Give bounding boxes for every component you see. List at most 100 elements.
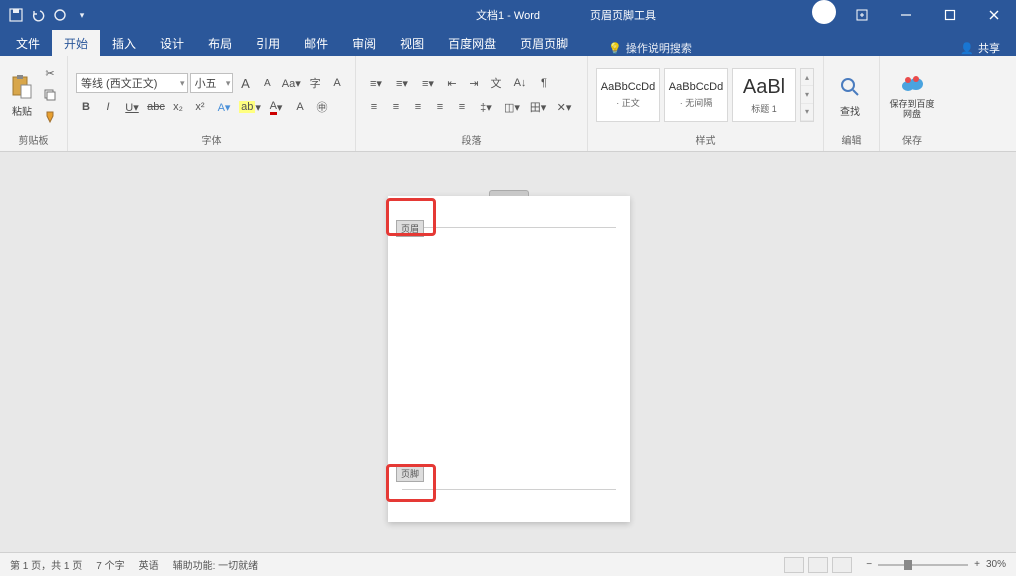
strikethrough-button[interactable]: abc: [146, 97, 166, 117]
style-heading1-name: 标题 1: [751, 102, 777, 115]
underline-button[interactable]: U▾: [120, 97, 144, 117]
maximize-button[interactable]: [928, 0, 972, 30]
tab-review[interactable]: 审阅: [340, 30, 388, 56]
view-buttons: [784, 557, 852, 573]
qat-dropdown-icon[interactable]: ▾: [74, 7, 90, 23]
status-language[interactable]: 英语: [139, 557, 159, 572]
tab-file[interactable]: 文件: [4, 30, 52, 56]
group-editing: 查找 编辑: [824, 56, 880, 151]
sort-icon[interactable]: A↓: [508, 73, 532, 93]
group-clipboard: 粘贴 ✂ 剪贴板: [0, 56, 68, 151]
zoom-control: − + 30%: [866, 559, 1006, 570]
format-painter-icon[interactable]: [40, 107, 60, 127]
group-styles-label: 样式: [596, 130, 815, 149]
highlight-icon[interactable]: ab▾: [238, 97, 262, 117]
group-font-label: 字体: [76, 130, 347, 149]
bullets-icon[interactable]: ≡▾: [364, 73, 388, 93]
decrease-indent-icon[interactable]: ⇤: [442, 73, 462, 93]
annotation-header-highlight: [386, 198, 436, 236]
find-button[interactable]: 查找: [832, 60, 868, 130]
shrink-font-icon[interactable]: A: [257, 73, 277, 93]
align-center-icon[interactable]: ≡: [386, 97, 406, 117]
change-case-icon[interactable]: Aa▾: [279, 73, 303, 93]
bold-button[interactable]: B: [76, 97, 96, 117]
multilevel-list-icon[interactable]: ≡▾: [416, 73, 440, 93]
grow-font-icon[interactable]: A: [235, 73, 255, 93]
tab-references[interactable]: 引用: [244, 30, 292, 56]
page-top-handle: [489, 190, 529, 196]
style-no-spacing[interactable]: AaBbCcDd · 无间隔: [664, 68, 728, 122]
italic-button[interactable]: I: [98, 97, 118, 117]
group-save-label: 保存: [888, 130, 936, 149]
ribbon: 粘贴 ✂ 剪贴板 等线 (西文正文) 小五 A A Aa▾ 字 A B: [0, 56, 1016, 152]
shading-icon[interactable]: ◫▾: [500, 97, 524, 117]
line-spacing-icon[interactable]: ‡▾: [474, 97, 498, 117]
align-right-icon[interactable]: ≡: [408, 97, 428, 117]
borders-icon[interactable]: 田▾: [526, 97, 550, 117]
view-read-icon[interactable]: [784, 557, 804, 573]
tab-view[interactable]: 视图: [388, 30, 436, 56]
style-no-spacing-name: · 无间隔: [680, 96, 713, 109]
tab-layout[interactable]: 布局: [196, 30, 244, 56]
align-left-icon[interactable]: ≡: [364, 97, 384, 117]
tab-header-footer-design[interactable]: 页眉页脚: [508, 30, 580, 56]
tell-me-search[interactable]: 💡 操作说明搜索: [608, 40, 692, 56]
snap-icon[interactable]: ✕▾: [552, 97, 576, 117]
char-shading-icon[interactable]: A: [290, 97, 310, 117]
zoom-thumb[interactable]: [904, 560, 912, 570]
font-name-select[interactable]: 等线 (西文正文): [76, 73, 188, 93]
close-button[interactable]: [972, 0, 1016, 30]
find-label: 查找: [840, 103, 860, 118]
minimize-button[interactable]: [884, 0, 928, 30]
undo-icon[interactable]: [30, 7, 46, 23]
char-border-icon[interactable]: A: [327, 73, 347, 93]
phonetic-guide-icon[interactable]: 字: [305, 73, 325, 93]
cut-icon[interactable]: ✂: [40, 63, 60, 83]
styles-scroll[interactable]: ▴ ▾ ▾: [800, 68, 814, 122]
tab-home[interactable]: 开始: [52, 30, 100, 56]
increase-indent-icon[interactable]: ⇥: [464, 73, 484, 93]
find-icon: [836, 73, 864, 101]
styles-down-icon[interactable]: ▾: [801, 86, 813, 103]
numbering-icon[interactable]: ≡▾: [390, 73, 414, 93]
font-color-icon[interactable]: A▾: [264, 97, 288, 117]
text-direction-icon[interactable]: 文: [486, 73, 506, 93]
document-area[interactable]: 页眉 页脚: [0, 152, 1016, 552]
text-effects-icon[interactable]: A▾: [212, 97, 236, 117]
share-button[interactable]: 👤 共享: [960, 40, 1000, 56]
view-print-icon[interactable]: [808, 557, 828, 573]
ribbon-options-icon[interactable]: [840, 0, 884, 30]
status-page[interactable]: 第 1 页，共 1 页: [10, 557, 82, 572]
group-paragraph: ≡▾ ≡▾ ≡▾ ⇤ ⇥ 文 A↓ ¶ ≡ ≡ ≡ ≡ ≡ ‡▾ ◫▾ 田▾ ✕…: [356, 56, 588, 151]
status-words[interactable]: 7 个字: [96, 557, 124, 572]
zoom-percent[interactable]: 30%: [986, 559, 1006, 570]
style-normal[interactable]: AaBbCcDd · 正文: [596, 68, 660, 122]
save-baidu-button[interactable]: 保存到百度网盘: [888, 60, 936, 130]
align-distribute-icon[interactable]: ≡: [452, 97, 472, 117]
enclose-char-icon[interactable]: ㊥: [312, 97, 332, 117]
styles-up-icon[interactable]: ▴: [801, 69, 813, 86]
zoom-in-icon[interactable]: +: [974, 559, 980, 570]
zoom-out-icon[interactable]: −: [866, 559, 872, 570]
copy-icon[interactable]: [40, 85, 60, 105]
tab-design[interactable]: 设计: [148, 30, 196, 56]
superscript-button[interactable]: x²: [190, 97, 210, 117]
title-bar: ▾ 文档1 - Word 页眉页脚工具: [0, 0, 1016, 30]
paste-button[interactable]: 粘贴: [8, 60, 36, 130]
view-web-icon[interactable]: [832, 557, 852, 573]
zoom-slider[interactable]: [878, 564, 968, 566]
styles-more-icon[interactable]: ▾: [801, 104, 813, 121]
style-heading1[interactable]: AaBl 标题 1: [732, 68, 796, 122]
align-justify-icon[interactable]: ≡: [430, 97, 450, 117]
save-icon[interactable]: [8, 7, 24, 23]
user-avatar[interactable]: [812, 0, 836, 24]
redo-icon[interactable]: [52, 7, 68, 23]
font-size-select[interactable]: 小五: [190, 73, 234, 93]
group-editing-label: 编辑: [832, 130, 871, 149]
subscript-button[interactable]: x₂: [168, 97, 188, 117]
tab-mailings[interactable]: 邮件: [292, 30, 340, 56]
status-accessibility[interactable]: 辅助功能: 一切就绪: [173, 557, 259, 572]
tab-insert[interactable]: 插入: [100, 30, 148, 56]
tab-baidu[interactable]: 百度网盘: [436, 30, 508, 56]
show-marks-icon[interactable]: ¶: [534, 73, 554, 93]
